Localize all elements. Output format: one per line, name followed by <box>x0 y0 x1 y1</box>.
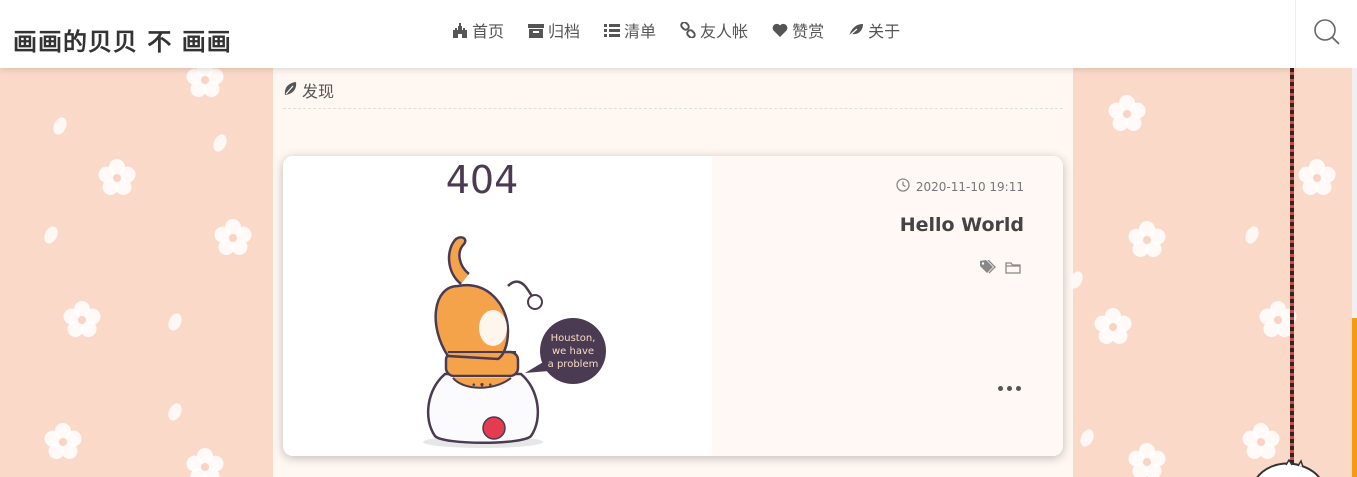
nav-item-donate[interactable]: 赞赏 <box>772 19 824 41</box>
bubble-line-2: we have <box>552 346 594 357</box>
section-title: 发现 <box>302 82 335 101</box>
post-thumbnail[interactable]: 404 • ᴥ • Houston, we have a problem <box>283 156 712 456</box>
post-date-text: 2020-11-10 19:11 <box>915 179 1024 194</box>
archive-icon <box>528 23 545 38</box>
site-title[interactable]: 画画的贝贝 不 画画 <box>13 22 232 57</box>
nav-label: 首页 <box>472 22 505 41</box>
main-nav: 首页 归档 清单 友人帐 赞赏 关于 <box>452 19 924 41</box>
post-taxonomy <box>980 259 1021 278</box>
nav-item-archive[interactable]: 归档 <box>528 19 580 41</box>
castle-icon <box>452 22 468 38</box>
nav-item-about[interactable]: 关于 <box>848 19 900 41</box>
bubble-line-1: Houston, <box>551 333 596 344</box>
dot <box>998 386 1003 391</box>
svg-text:• ᴥ •: • ᴥ • <box>471 381 493 391</box>
section-heading: 发现 <box>283 78 1063 109</box>
more-options-button[interactable] <box>998 386 1021 391</box>
post-date: 2020-11-10 19:11 <box>896 178 1024 195</box>
hanging-string-decoration <box>1290 68 1294 477</box>
bubble-line-3: a problem <box>548 359 599 370</box>
nav-item-list[interactable]: 清单 <box>604 19 656 41</box>
nav-label: 清单 <box>624 22 657 41</box>
nav-label: 关于 <box>868 22 901 41</box>
search-icon <box>1312 17 1342 51</box>
heart-icon <box>772 23 788 37</box>
image-heading-text: 404 <box>446 158 519 202</box>
site-header: 画画的贝贝 不 画画 首页 归档 清单 友人帐 赞赏 关于 <box>0 0 1295 68</box>
dot <box>1007 386 1012 391</box>
post-title[interactable]: Hello World <box>900 214 1024 236</box>
folder-icon[interactable] <box>1005 259 1021 278</box>
cat-404-illustration: 404 • ᴥ • Houston, we have a problem <box>423 158 606 448</box>
nav-item-friends[interactable]: 友人帐 <box>680 19 748 41</box>
link-icon <box>680 22 696 38</box>
search-button[interactable] <box>1295 0 1357 68</box>
post-card[interactable]: 404 • ᴥ • Houston, we have a problem 202… <box>283 156 1063 456</box>
nav-label: 友人帐 <box>700 22 749 41</box>
leaf-icon <box>283 81 298 100</box>
dot <box>1016 386 1021 391</box>
cat-scroll-top-icon[interactable] <box>1254 458 1324 477</box>
tags-icon[interactable] <box>980 259 997 278</box>
leaf-icon <box>848 23 864 37</box>
scroll-progress-bar[interactable] <box>1352 318 1357 477</box>
clock-icon <box>896 178 910 195</box>
nav-label: 赞赏 <box>792 22 825 41</box>
list-icon <box>604 23 621 37</box>
nav-item-home[interactable]: 首页 <box>452 19 504 41</box>
nav-label: 归档 <box>548 22 581 41</box>
scrollbar-track[interactable] <box>1352 68 1357 318</box>
